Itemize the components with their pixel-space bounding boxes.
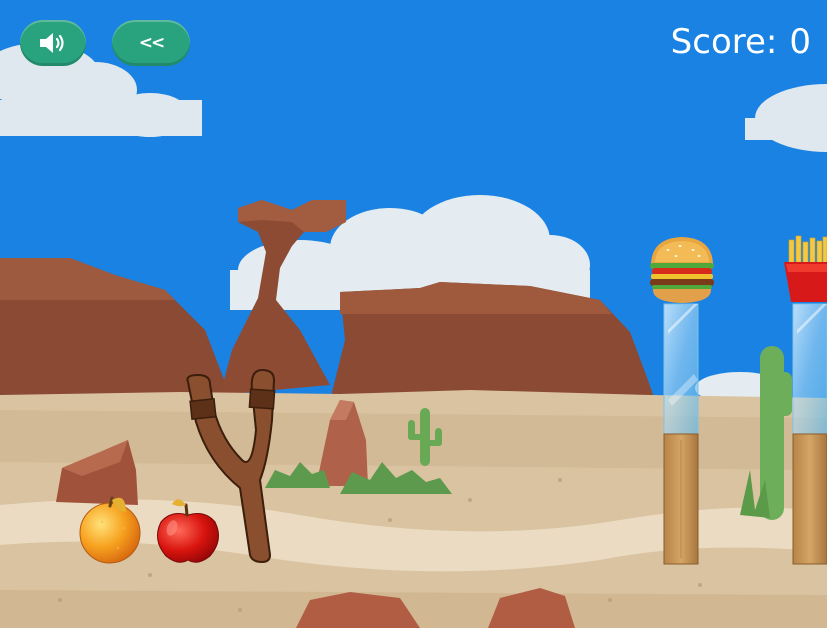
double-chevron-left-icon: <<	[138, 32, 165, 53]
desert-scene	[0, 43, 827, 628]
score-label: Score:	[670, 22, 778, 62]
score-display: Score: 0	[671, 22, 811, 62]
tower-left	[663, 303, 699, 565]
french-fries-target	[784, 235, 827, 302]
cloud-right	[745, 84, 827, 152]
back-button[interactable]: <<	[112, 20, 190, 66]
score-value: 0	[789, 22, 811, 62]
hamburger-target	[650, 237, 714, 303]
tower-right	[792, 303, 827, 565]
game-stage[interactable]: << Score: 0	[0, 0, 827, 628]
sound-toggle-button[interactable]	[20, 20, 86, 66]
speaker-icon	[40, 33, 64, 53]
